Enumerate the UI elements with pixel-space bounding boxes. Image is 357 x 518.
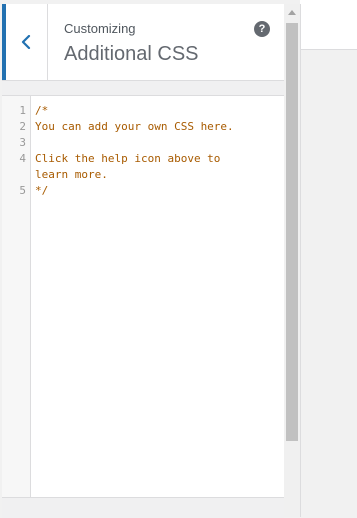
scroll-up-arrow-icon[interactable] [288, 10, 296, 15]
line-number: 4 [19, 152, 26, 165]
line-number: 5 [19, 184, 26, 197]
code-line-text: You can add your own CSS here. [35, 120, 234, 133]
css-code-editor[interactable]: 1 /* 2 You can add your own CSS here. 3 … [2, 96, 284, 497]
code-line: 5 */ [2, 183, 284, 199]
code-line: 1 /* [2, 103, 284, 119]
code-line-text: /* [35, 104, 49, 117]
section-header: Customizing Additional CSS ? [2, 4, 284, 81]
editor-bottom-strip [2, 497, 284, 518]
code-line-wrapped: learn more. [2, 167, 284, 183]
site-preview [300, 0, 357, 517]
chevron-left-icon [21, 35, 31, 49]
code-line: 4 Click the help icon above to [2, 151, 284, 167]
code-line-text: learn more. [35, 168, 108, 181]
line-number: 2 [19, 120, 26, 133]
section-title: Additional CSS [64, 43, 199, 65]
back-button[interactable] [2, 4, 48, 80]
code-line: 3 [2, 135, 284, 151]
code-line: 2 You can add your own CSS here. [2, 119, 284, 135]
editor-top-strip [2, 81, 284, 96]
scrollbar-thumb[interactable] [286, 23, 298, 441]
section-eyebrow: Customizing [64, 21, 136, 36]
help-icon[interactable]: ? [254, 21, 270, 37]
line-number: 1 [19, 104, 26, 117]
code-line-text: Click the help icon above to [35, 152, 221, 165]
customizer-panel: Customizing Additional CSS ? 1 /* 2 You … [2, 4, 301, 518]
preview-header-card [300, 0, 357, 50]
code-line-text: */ [35, 184, 49, 197]
panel-scrollbar[interactable] [284, 4, 300, 517]
line-number: 3 [19, 136, 26, 149]
